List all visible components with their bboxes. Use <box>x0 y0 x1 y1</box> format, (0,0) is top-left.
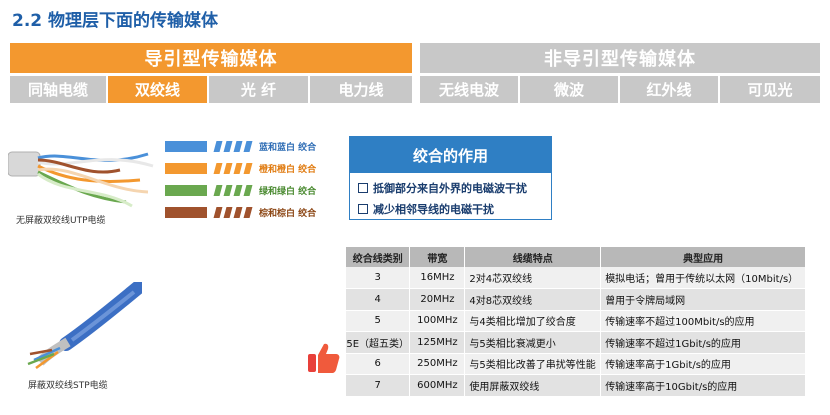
table-cell: 与4类相比增加了绞合度 <box>464 310 602 332</box>
table-cell: 传输速率不超过100Mbit/s的应用 <box>600 310 806 332</box>
table-cell: 250MHz <box>409 353 466 375</box>
tab-radio[interactable]: 无线电波 <box>420 76 518 103</box>
checkbox-icon <box>358 183 368 193</box>
table-header: 线缆特点 <box>464 247 602 267</box>
function-item: 减少相邻导线的电磁干扰 <box>358 201 551 217</box>
pair-blue: 蓝和蓝白 绞合 <box>165 139 316 153</box>
table-row: 7 600MHz 使用屏蔽双绞线 传输速率高于10Gbit/s的应用 <box>346 374 806 397</box>
table-cell: 与5类相比衰减更小 <box>464 331 602 354</box>
table-cell: 曾用于令牌局域网 <box>600 288 806 311</box>
twist-function-box: 绞合的作用 抵御部分来自外界的电磁波干扰 减少相邻导线的电磁干扰 <box>349 136 552 220</box>
pair-label: 橙和橙白 绞合 <box>259 164 317 175</box>
table-cell: 4 <box>346 288 411 311</box>
function-item: 抵御部分来自外界的电磁波干扰 <box>358 180 551 196</box>
solid-wire-swatch <box>165 140 207 152</box>
table-cell: 7 <box>346 374 411 397</box>
function-item-text: 抵御部分来自外界的电磁波干扰 <box>373 182 527 195</box>
striped-wire-swatch <box>213 162 253 174</box>
table-cell: 600MHz <box>409 374 466 397</box>
tab-coaxial[interactable]: 同轴电缆 <box>10 76 106 103</box>
table-header: 带宽 <box>409 247 466 267</box>
cable-category-table: 绞合线类别 带宽 线缆特点 典型应用 3 16MHz 2对4芯双绞线 模拟电话；… <box>346 247 806 397</box>
page-title: 2.2 物理层下面的传输媒体 <box>12 11 219 31</box>
table-header: 绞合线类别 <box>346 247 411 267</box>
pair-green: 绿和绿白 绞合 <box>165 183 316 197</box>
stp-caption: 屏蔽双绞线STP电缆 <box>28 381 108 391</box>
pair-orange: 橙和橙白 绞合 <box>165 161 316 175</box>
solid-wire-swatch <box>165 206 207 218</box>
guided-media-header: 导引型传输媒体 <box>10 43 412 73</box>
function-box-title: 绞合的作用 <box>350 137 551 173</box>
solid-wire-swatch <box>165 184 207 196</box>
table-row: 5 100MHz 与4类相比增加了绞合度 传输速率不超过100Mbit/s的应用 <box>346 310 806 332</box>
pair-label: 蓝和蓝白 绞合 <box>259 142 317 153</box>
checkbox-icon <box>358 204 368 214</box>
table-row: 3 16MHz 2对4芯双绞线 模拟电话；曾用于传统以太网（10Mbit/s） <box>346 267 806 289</box>
utp-caption: 无屏蔽双绞线UTP电缆 <box>16 216 106 226</box>
table-cell: 使用屏蔽双绞线 <box>464 374 602 397</box>
table-row: 4 20MHz 4对8芯双绞线 曾用于令牌局域网 <box>346 288 806 311</box>
table-cell: 2对4芯双绞线 <box>464 267 602 289</box>
solid-wire-swatch <box>165 162 207 174</box>
table-row: 5E（超五类） 125MHz 与5类相比衰减更小 传输速率不超过1Gbit/s的… <box>346 331 806 354</box>
tab-power-line[interactable]: 电力线 <box>310 76 412 103</box>
tab-microwave[interactable]: 微波 <box>520 76 618 103</box>
table-cell: 模拟电话；曾用于传统以太网（10Mbit/s） <box>600 267 806 289</box>
table-cell: 传输速率高于10Gbit/s的应用 <box>600 374 806 397</box>
table-cell: 3 <box>346 267 411 289</box>
table-cell: 与5类相比改善了串扰等性能 <box>464 353 602 375</box>
table-cell: 16MHz <box>409 267 466 289</box>
pair-label: 棕和棕白 绞合 <box>259 208 317 219</box>
pair-brown: 棕和棕白 绞合 <box>165 205 316 219</box>
table-cell: 100MHz <box>409 310 466 332</box>
table-cell: 传输速率不超过1Gbit/s的应用 <box>600 331 806 354</box>
table-row: 6 250MHz 与5类相比改善了串扰等性能 传输速率高于1Gbit/s的应用 <box>346 353 806 375</box>
function-item-text: 减少相邻导线的电磁干扰 <box>373 203 494 216</box>
table-cell: 5E（超五类） <box>346 331 411 354</box>
stp-cable-image <box>27 282 142 370</box>
table-cell: 20MHz <box>409 288 466 311</box>
tab-infrared[interactable]: 红外线 <box>620 76 718 103</box>
pair-label: 绿和绿白 绞合 <box>259 186 317 197</box>
striped-wire-swatch <box>213 206 253 218</box>
table-cell: 6 <box>346 353 411 375</box>
tab-visible-light[interactable]: 可见光 <box>720 76 820 103</box>
table-header: 典型应用 <box>600 247 806 267</box>
tab-fiber[interactable]: 光 纤 <box>209 76 308 103</box>
table-cell: 5 <box>346 310 411 332</box>
table-cell: 4对8芯双绞线 <box>464 288 602 311</box>
thumbs-up-icon <box>308 343 340 373</box>
table-cell: 125MHz <box>409 331 466 354</box>
striped-wire-swatch <box>213 140 253 152</box>
tab-twisted-pair[interactable]: 双绞线 <box>108 76 207 103</box>
striped-wire-swatch <box>213 184 253 196</box>
table-cell: 传输速率高于1Gbit/s的应用 <box>600 353 806 375</box>
utp-cable-image <box>8 151 154 208</box>
unguided-media-header: 非导引型传输媒体 <box>420 43 820 73</box>
